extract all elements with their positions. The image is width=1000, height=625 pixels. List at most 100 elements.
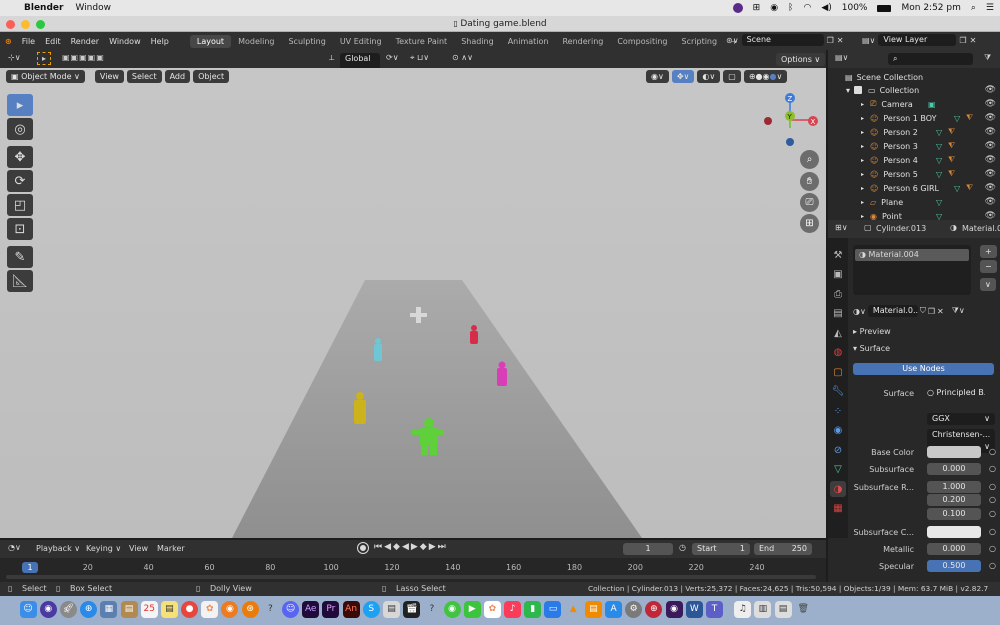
properties-editor-icon[interactable]: ⊞∨ <box>835 223 848 232</box>
playback-controls[interactable]: ⏮◀◆◀▶◆▶⏭ <box>374 542 448 552</box>
menu-render[interactable]: Render <box>66 37 104 46</box>
numbers-icon[interactable]: ▮ <box>524 601 542 618</box>
notes-icon[interactable]: ▤ <box>160 601 178 618</box>
3d-viewport[interactable]: ▣ Object Mode ∨ View Select Add Object ◉… <box>0 68 826 538</box>
prop-value-field[interactable]: 0.500 <box>927 560 981 572</box>
outliner-collection[interactable]: ▾ ▭ Collection 👁︎ <box>828 83 1000 97</box>
outliner-expand-icon[interactable]: ▸ <box>861 185 864 192</box>
safari-icon[interactable]: ⊕ <box>80 601 98 618</box>
transform-tool[interactable]: ⊡ <box>7 218 33 240</box>
gizmo-neg-z-icon[interactable] <box>786 138 794 146</box>
skype-icon[interactable]: S <box>362 601 380 618</box>
overlays-toggle-icon[interactable]: ◐∨ <box>697 70 721 83</box>
socket-dot-icon[interactable]: ○ <box>989 447 996 456</box>
outliner-expand-icon[interactable]: ▸ <box>861 213 864 220</box>
playback-menu[interactable]: Playback ∨ <box>36 544 80 553</box>
outliner-scene-collection[interactable]: ▤ Scene Collection <box>828 70 1000 84</box>
animate-icon[interactable]: An <box>342 601 360 618</box>
tab-rendering[interactable]: Rendering <box>555 35 610 48</box>
scale-tool[interactable]: ◰ <box>7 194 33 216</box>
prop-value-field[interactable]: 0.000 <box>927 463 981 475</box>
keynote-icon[interactable]: ▭ <box>544 601 562 618</box>
outliner-search-input[interactable]: ⌕ <box>888 53 973 65</box>
minimize-window-button[interactable] <box>21 20 30 29</box>
new-scene-icon[interactable]: ❐ <box>827 36 834 45</box>
socket-dot-icon[interactable]: ○ <box>989 509 996 518</box>
outliner-item-person-6-girl[interactable]: ▸ ☺ Person 6 GIRL ▽ ⧨ 👁︎ <box>828 181 1000 195</box>
tab-modeling[interactable]: Modeling <box>231 35 281 48</box>
music-file-icon[interactable]: ♫ <box>734 601 752 618</box>
trash-icon[interactable]: 🗑︎ <box>795 601 812 618</box>
finder-icon[interactable]: ☺ <box>19 601 37 618</box>
tab-scripting[interactable]: Scripting <box>675 35 725 48</box>
view-layer-tab-icon[interactable]: ▤ <box>830 306 846 322</box>
visibility-eye-icon[interactable]: 👁︎ <box>985 99 996 109</box>
clock[interactable]: Mon 2:52 pm <box>901 3 960 13</box>
menu-edit[interactable]: Edit <box>40 37 66 46</box>
visibility-eye-icon[interactable]: 👁︎ <box>985 183 996 193</box>
siri-icon[interactable]: ◉ <box>39 601 57 618</box>
socket-dot-icon[interactable]: ○ <box>989 464 996 473</box>
menu-help[interactable]: Help <box>146 37 174 46</box>
view-layer-icon[interactable]: ▤∨ <box>862 36 875 45</box>
final-cut-icon[interactable]: 🎬︎ <box>403 601 421 618</box>
dvd-player-icon[interactable]: ◉ <box>665 601 683 618</box>
preview-range-icon[interactable]: ◷ <box>679 543 686 552</box>
bluetooth-icon[interactable]: ᛒ <box>788 3 793 13</box>
output-tab-icon[interactable]: ⎙ <box>830 286 846 302</box>
visibility-eye-icon[interactable]: 👁︎ <box>985 169 996 179</box>
discord-icon[interactable]: ☺ <box>282 601 300 618</box>
tab-sculpting[interactable]: Sculpting <box>281 35 332 48</box>
outliner-expand-icon[interactable]: ▸ <box>861 171 864 178</box>
select-menu[interactable]: Select <box>126 70 162 83</box>
use-nodes-button[interactable]: Use Nodes <box>853 363 994 375</box>
photos-app-icon[interactable]: ✿ <box>483 601 501 618</box>
cursor-tool[interactable]: ◎ <box>7 118 33 140</box>
visibility-eye-icon[interactable]: 👁︎ <box>985 197 996 207</box>
scene-tab-icon[interactable]: ◭ <box>830 325 846 341</box>
timeline-editor-icon[interactable]: ◔∨ <box>8 543 21 552</box>
xray-toggle-icon[interactable]: ▢ <box>723 70 741 83</box>
firefox-icon[interactable]: ◉ <box>221 601 239 618</box>
select-tool-icon[interactable]: ▸ <box>37 52 51 65</box>
help-icon[interactable]: ? <box>262 601 279 618</box>
proportional-edit-icon[interactable]: ⊙ ∧∨ <box>452 53 473 62</box>
tab-uv-editing[interactable]: UV Editing <box>333 35 389 48</box>
annotate-tool[interactable]: ✎ <box>7 246 33 268</box>
object-data-tab-icon[interactable]: ▽ <box>830 462 846 478</box>
rotate-tool[interactable]: ⟳ <box>7 170 33 192</box>
new-view-layer-icon[interactable]: ❐ <box>959 36 966 45</box>
teams-icon[interactable]: T <box>705 601 723 618</box>
prop-value-field[interactable]: 0.200 <box>927 494 981 506</box>
help-icon-2[interactable]: ? <box>423 601 440 618</box>
keying-menu[interactable]: Keying ∨ <box>86 544 121 553</box>
preview-panel-header[interactable]: ▸ Preview <box>853 327 891 336</box>
system-preferences-icon[interactable]: ⚙ <box>625 601 643 618</box>
material-name-field[interactable]: Material.0.. <box>867 305 918 317</box>
start-frame-field[interactable]: Start 1 <box>692 543 750 555</box>
view-menu[interactable]: View <box>94 70 124 83</box>
menu-file[interactable]: File <box>17 37 40 46</box>
camera-view-icon[interactable]: ⎚ <box>800 193 819 212</box>
socket-dot-icon[interactable]: ○ <box>989 527 996 536</box>
blender-logo-icon[interactable]: ⊛ <box>0 37 17 46</box>
tab-animation[interactable]: Animation <box>501 35 556 48</box>
person-figure-cyan[interactable] <box>374 338 382 361</box>
outliner-item-person-3[interactable]: ▸ ☺ Person 3 ▽ ⧨ 👁︎ <box>828 139 1000 153</box>
timeline-area[interactable]: 1 20 40 60 80 100 120 140 160 180 200 220 240 <box>0 558 826 582</box>
snap-icon[interactable]: ⌖ ⊔∨ <box>410 53 429 63</box>
music-icon[interactable]: ♪ <box>504 601 522 618</box>
collection-visibility-icon[interactable]: 👁︎ <box>985 85 996 95</box>
material-slot-specials-button[interactable]: ∨ <box>980 278 996 291</box>
scene-field[interactable]: Scene <box>741 34 824 46</box>
outliner-expand-icon[interactable]: ▸ <box>861 115 864 122</box>
socket-dot-icon[interactable]: ○ <box>989 544 996 553</box>
gizmo-neg-x-icon[interactable] <box>764 117 772 125</box>
measure-tool[interactable]: 📐︎ <box>7 270 33 292</box>
menu-window[interactable]: Window <box>104 37 146 46</box>
add-material-slot-button[interactable]: + <box>980 245 997 258</box>
visibility-eye-icon[interactable]: 👁︎ <box>985 127 996 137</box>
scene-icon[interactable]: ⊛∨ <box>726 36 739 45</box>
outliner-expand-icon[interactable]: ▸ <box>861 101 864 108</box>
battery-icon[interactable] <box>877 4 892 12</box>
